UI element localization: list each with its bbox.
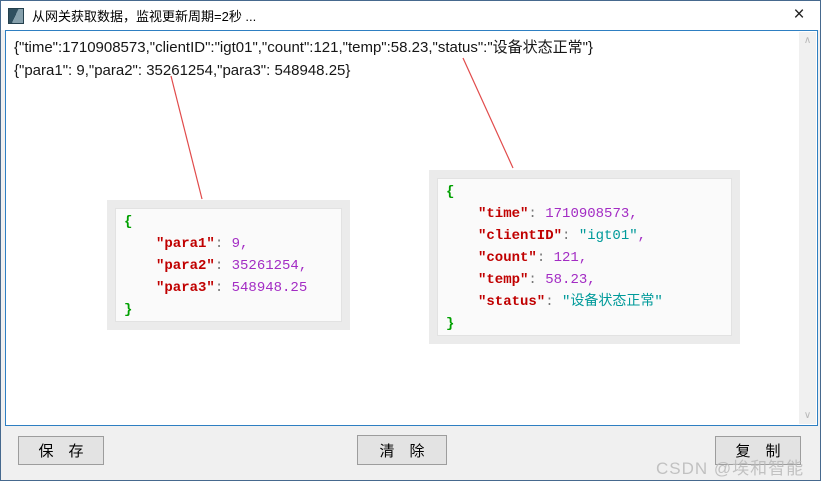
- clear-button[interactable]: 清 除: [357, 435, 447, 465]
- copy-button[interactable]: 复 制: [715, 436, 801, 465]
- json-key: "para1": [156, 236, 215, 252]
- code-line: {: [124, 211, 333, 233]
- json-separator: :: [214, 280, 232, 296]
- json-key: "para2": [156, 258, 215, 274]
- code-line: "para3": 548948.25: [124, 277, 333, 299]
- code-line: "clientID": "igt01",: [446, 225, 723, 247]
- json-separator: :: [214, 236, 232, 252]
- code-line: "time": 1710908573,: [446, 203, 723, 225]
- json-value: 548948.25: [231, 280, 308, 296]
- json-comma: ,: [637, 228, 647, 244]
- code-line: "para2": 35261254,: [124, 255, 333, 277]
- scroll-up-icon[interactable]: ∧: [799, 32, 816, 49]
- title-bar: 从网关获取数据，监视更新周期=2秒 ... ×: [1, 1, 820, 30]
- json-comma: ,: [587, 272, 596, 288]
- scroll-down-icon[interactable]: ∨: [799, 407, 816, 424]
- app-window: 从网关获取数据，监视更新周期=2秒 ... × {"time":17109085…: [0, 0, 821, 481]
- json-value: "igt01": [578, 228, 638, 244]
- open-brace: {: [124, 214, 133, 230]
- json-comma: ,: [240, 236, 249, 252]
- json-separator: :: [562, 228, 579, 244]
- json-separator: :: [528, 272, 546, 288]
- json-comma: ,: [298, 258, 308, 274]
- json-card-device-code: { "time": 1710908573, "clientID": "igt01…: [437, 178, 732, 336]
- json-key: "temp": [478, 272, 529, 288]
- close-brace: }: [124, 302, 133, 318]
- json-value: 1710908573: [545, 206, 630, 222]
- vertical-scrollbar[interactable]: ∧ ∨: [799, 32, 816, 424]
- code-line: }: [446, 313, 723, 335]
- json-value: 121: [553, 250, 579, 266]
- json-value: "设备状态正常": [562, 294, 663, 310]
- window-title: 从网关获取数据，监视更新周期=2秒 ...: [32, 9, 257, 24]
- close-brace: }: [446, 316, 455, 332]
- json-comma: ,: [578, 250, 588, 266]
- json-separator: :: [214, 258, 232, 274]
- json-card-device: { "time": 1710908573, "clientID": "igt01…: [429, 170, 740, 344]
- json-key: "time": [478, 206, 529, 222]
- save-button[interactable]: 保 存: [18, 436, 104, 465]
- open-brace: {: [446, 184, 455, 200]
- json-key: "clientID": [478, 228, 563, 244]
- json-value: 35261254: [231, 258, 299, 274]
- close-icon[interactable]: ×: [786, 3, 812, 27]
- json-separator: :: [545, 294, 563, 310]
- code-line: "para1": 9,: [124, 233, 333, 255]
- json-separator: :: [528, 206, 546, 222]
- json-key: "count": [478, 250, 537, 266]
- json-separator: :: [536, 250, 554, 266]
- json-key: "para3": [156, 280, 215, 296]
- json-comma: ,: [629, 206, 638, 222]
- json-value: 9: [231, 236, 241, 252]
- json-card-para: { "para1": 9, "para2": 35261254, "para3"…: [107, 200, 350, 330]
- json-key: "status": [478, 294, 546, 310]
- app-icon: [8, 7, 24, 24]
- json-viewer-panel[interactable]: {"time":1710908573,"clientID":"igt01","c…: [5, 30, 818, 426]
- raw-json-output: {"time":1710908573,"clientID":"igt01","c…: [6, 31, 817, 87]
- raw-json-line-1: {"time":1710908573,"clientID":"igt01","c…: [14, 39, 594, 56]
- raw-json-line-2: {"para1": 9,"para2": 35261254,"para3": 5…: [14, 62, 351, 79]
- code-line: "count": 121,: [446, 247, 723, 269]
- json-card-para-code: { "para1": 9, "para2": 35261254, "para3"…: [115, 208, 342, 322]
- code-line: "temp": 58.23,: [446, 269, 723, 291]
- code-line: {: [446, 181, 723, 203]
- json-value: 58.23: [545, 272, 588, 288]
- code-line: }: [124, 299, 333, 321]
- code-line: "status": "设备状态正常": [446, 291, 723, 313]
